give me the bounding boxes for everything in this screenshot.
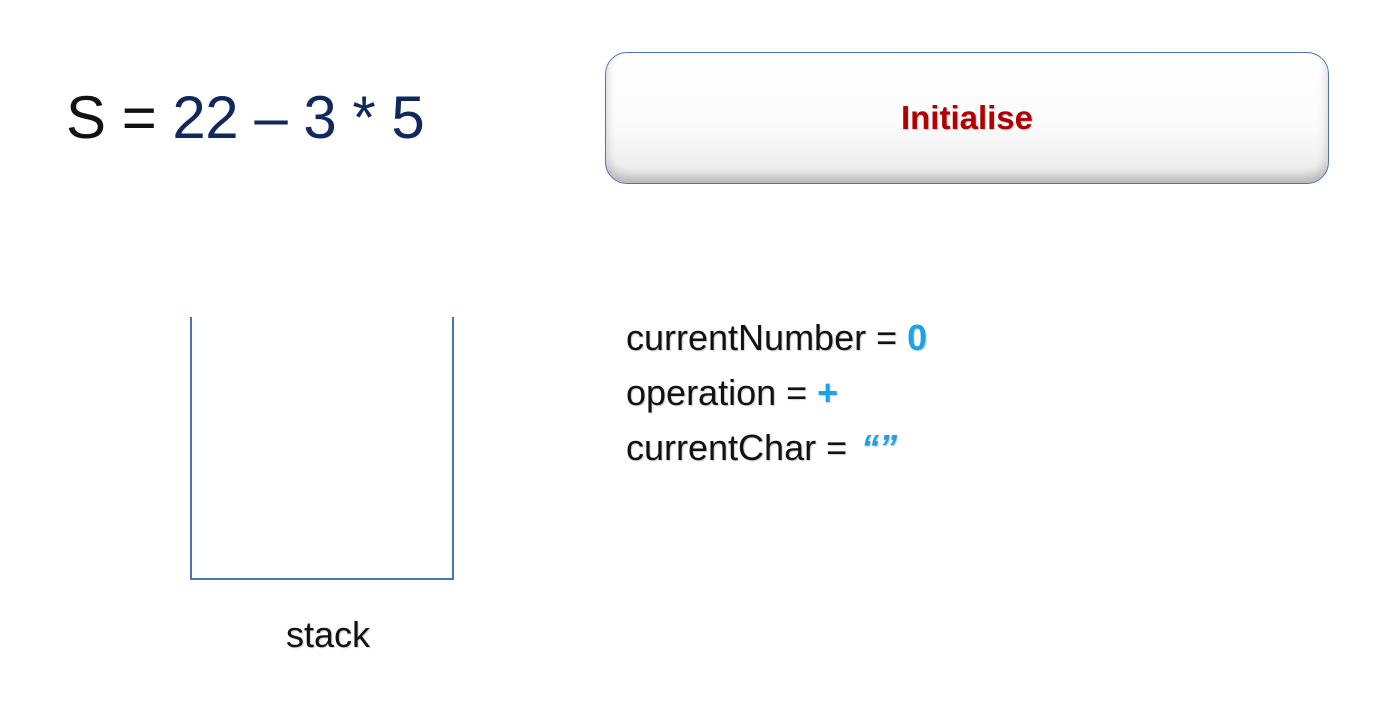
variable-value: + (817, 372, 839, 413)
variable-value: “” (861, 427, 898, 468)
variable-current-number: currentNumber = 0 (626, 310, 927, 365)
variable-current-char: currentChar = “” (626, 420, 927, 475)
variables-panel: currentNumber = 0 operation = + currentCha… (626, 310, 927, 475)
stack-outline (190, 317, 454, 580)
variable-name: operation = (626, 372, 808, 413)
expression: S = 22 – 3 * 5 (66, 78, 425, 158)
variable-value: 0 (907, 317, 928, 358)
variable-name: currentChar = (626, 427, 848, 468)
variable-operation: operation = + (626, 365, 927, 420)
step-banner-label: Initialise (900, 99, 1034, 136)
variable-name: currentNumber = (626, 317, 898, 358)
expression-rhs: 22 – 3 * 5 (172, 84, 425, 151)
expression-lhs: S = (66, 84, 157, 151)
stack-label: stack (285, 614, 371, 655)
step-banner: Initialise (605, 52, 1329, 184)
